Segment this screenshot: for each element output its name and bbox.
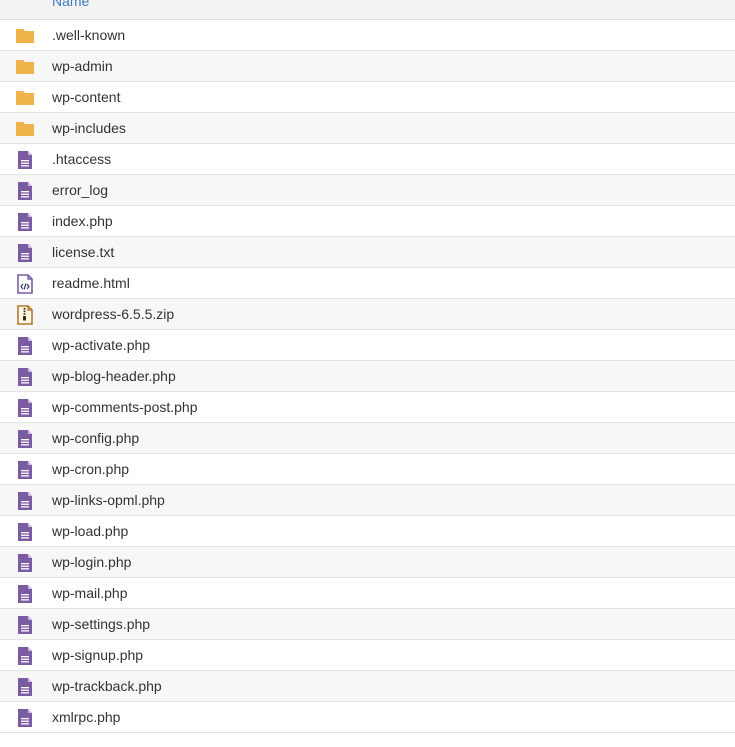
table-row[interactable]: wordpress-6.5.5.zip [0,299,735,330]
file-name[interactable]: wp-links-opml.php [52,492,165,508]
name-column-header[interactable]: Name [52,0,89,9]
text-file-icon [15,584,35,604]
table-row[interactable]: wp-activate.php [0,330,735,361]
file-name[interactable]: index.php [52,213,113,229]
file-list-table: Name .well-known wp-admin wp-content wp-inc… [0,0,735,733]
table-row[interactable]: wp-blog-header.php [0,361,735,392]
file-name[interactable]: wp-includes [52,120,126,136]
file-name[interactable]: wp-settings.php [52,616,150,632]
file-name[interactable]: wp-mail.php [52,585,127,601]
file-name[interactable]: wp-content [52,89,120,105]
text-file-icon [15,212,35,232]
table-row[interactable]: wp-settings.php [0,609,735,640]
table-row[interactable]: index.php [0,206,735,237]
file-name[interactable]: wp-admin [52,58,113,74]
file-list-body: .well-known wp-admin wp-content wp-includes… [0,20,735,733]
table-row[interactable]: wp-load.php [0,516,735,547]
text-file-icon [15,677,35,697]
text-file-icon [15,708,35,728]
file-name[interactable]: .well-known [52,27,125,43]
text-file-icon [15,367,35,387]
table-row[interactable]: xmlrpc.php [0,702,735,733]
text-file-icon [15,398,35,418]
folder-icon [15,88,35,108]
table-row[interactable]: wp-trackback.php [0,671,735,702]
file-name[interactable]: wp-blog-header.php [52,368,176,384]
table-row[interactable]: .htaccess [0,144,735,175]
file-name[interactable]: wp-cron.php [52,461,129,477]
folder-icon [15,119,35,139]
table-row[interactable]: wp-comments-post.php [0,392,735,423]
table-row[interactable]: wp-mail.php [0,578,735,609]
text-file-icon [15,553,35,573]
table-row[interactable]: wp-signup.php [0,640,735,671]
file-name[interactable]: xmlrpc.php [52,709,120,725]
text-file-icon [15,460,35,480]
text-file-icon [15,646,35,666]
table-row[interactable]: wp-includes [0,113,735,144]
text-file-icon [15,615,35,635]
table-row[interactable]: license.txt [0,237,735,268]
table-row[interactable]: wp-login.php [0,547,735,578]
table-row[interactable]: wp-config.php [0,423,735,454]
text-file-icon [15,429,35,449]
file-name[interactable]: wp-login.php [52,554,131,570]
text-file-icon [15,336,35,356]
table-row[interactable]: wp-links-opml.php [0,485,735,516]
file-name[interactable]: wp-config.php [52,430,139,446]
table-header: Name [0,0,735,20]
file-name[interactable]: wp-activate.php [52,337,150,353]
file-name[interactable]: readme.html [52,275,130,291]
file-name[interactable]: wp-signup.php [52,647,143,663]
file-name[interactable]: wp-load.php [52,523,128,539]
text-file-icon [15,181,35,201]
text-file-icon [15,243,35,263]
folder-icon [15,57,35,77]
file-name[interactable]: error_log [52,182,108,198]
table-row[interactable]: wp-admin [0,51,735,82]
zip-file-icon [15,305,35,325]
table-row[interactable]: error_log [0,175,735,206]
file-name[interactable]: wp-trackback.php [52,678,162,694]
file-name[interactable]: .htaccess [52,151,111,167]
text-file-icon [15,491,35,511]
table-row[interactable]: wp-cron.php [0,454,735,485]
folder-icon [15,26,35,46]
file-name[interactable]: wordpress-6.5.5.zip [52,306,174,322]
text-file-icon [15,150,35,170]
code-file-icon [15,274,35,294]
table-row[interactable]: readme.html [0,268,735,299]
table-row[interactable]: wp-content [0,82,735,113]
text-file-icon [15,522,35,542]
file-name[interactable]: wp-comments-post.php [52,399,198,415]
table-row[interactable]: .well-known [0,20,735,51]
file-name[interactable]: license.txt [52,244,114,260]
